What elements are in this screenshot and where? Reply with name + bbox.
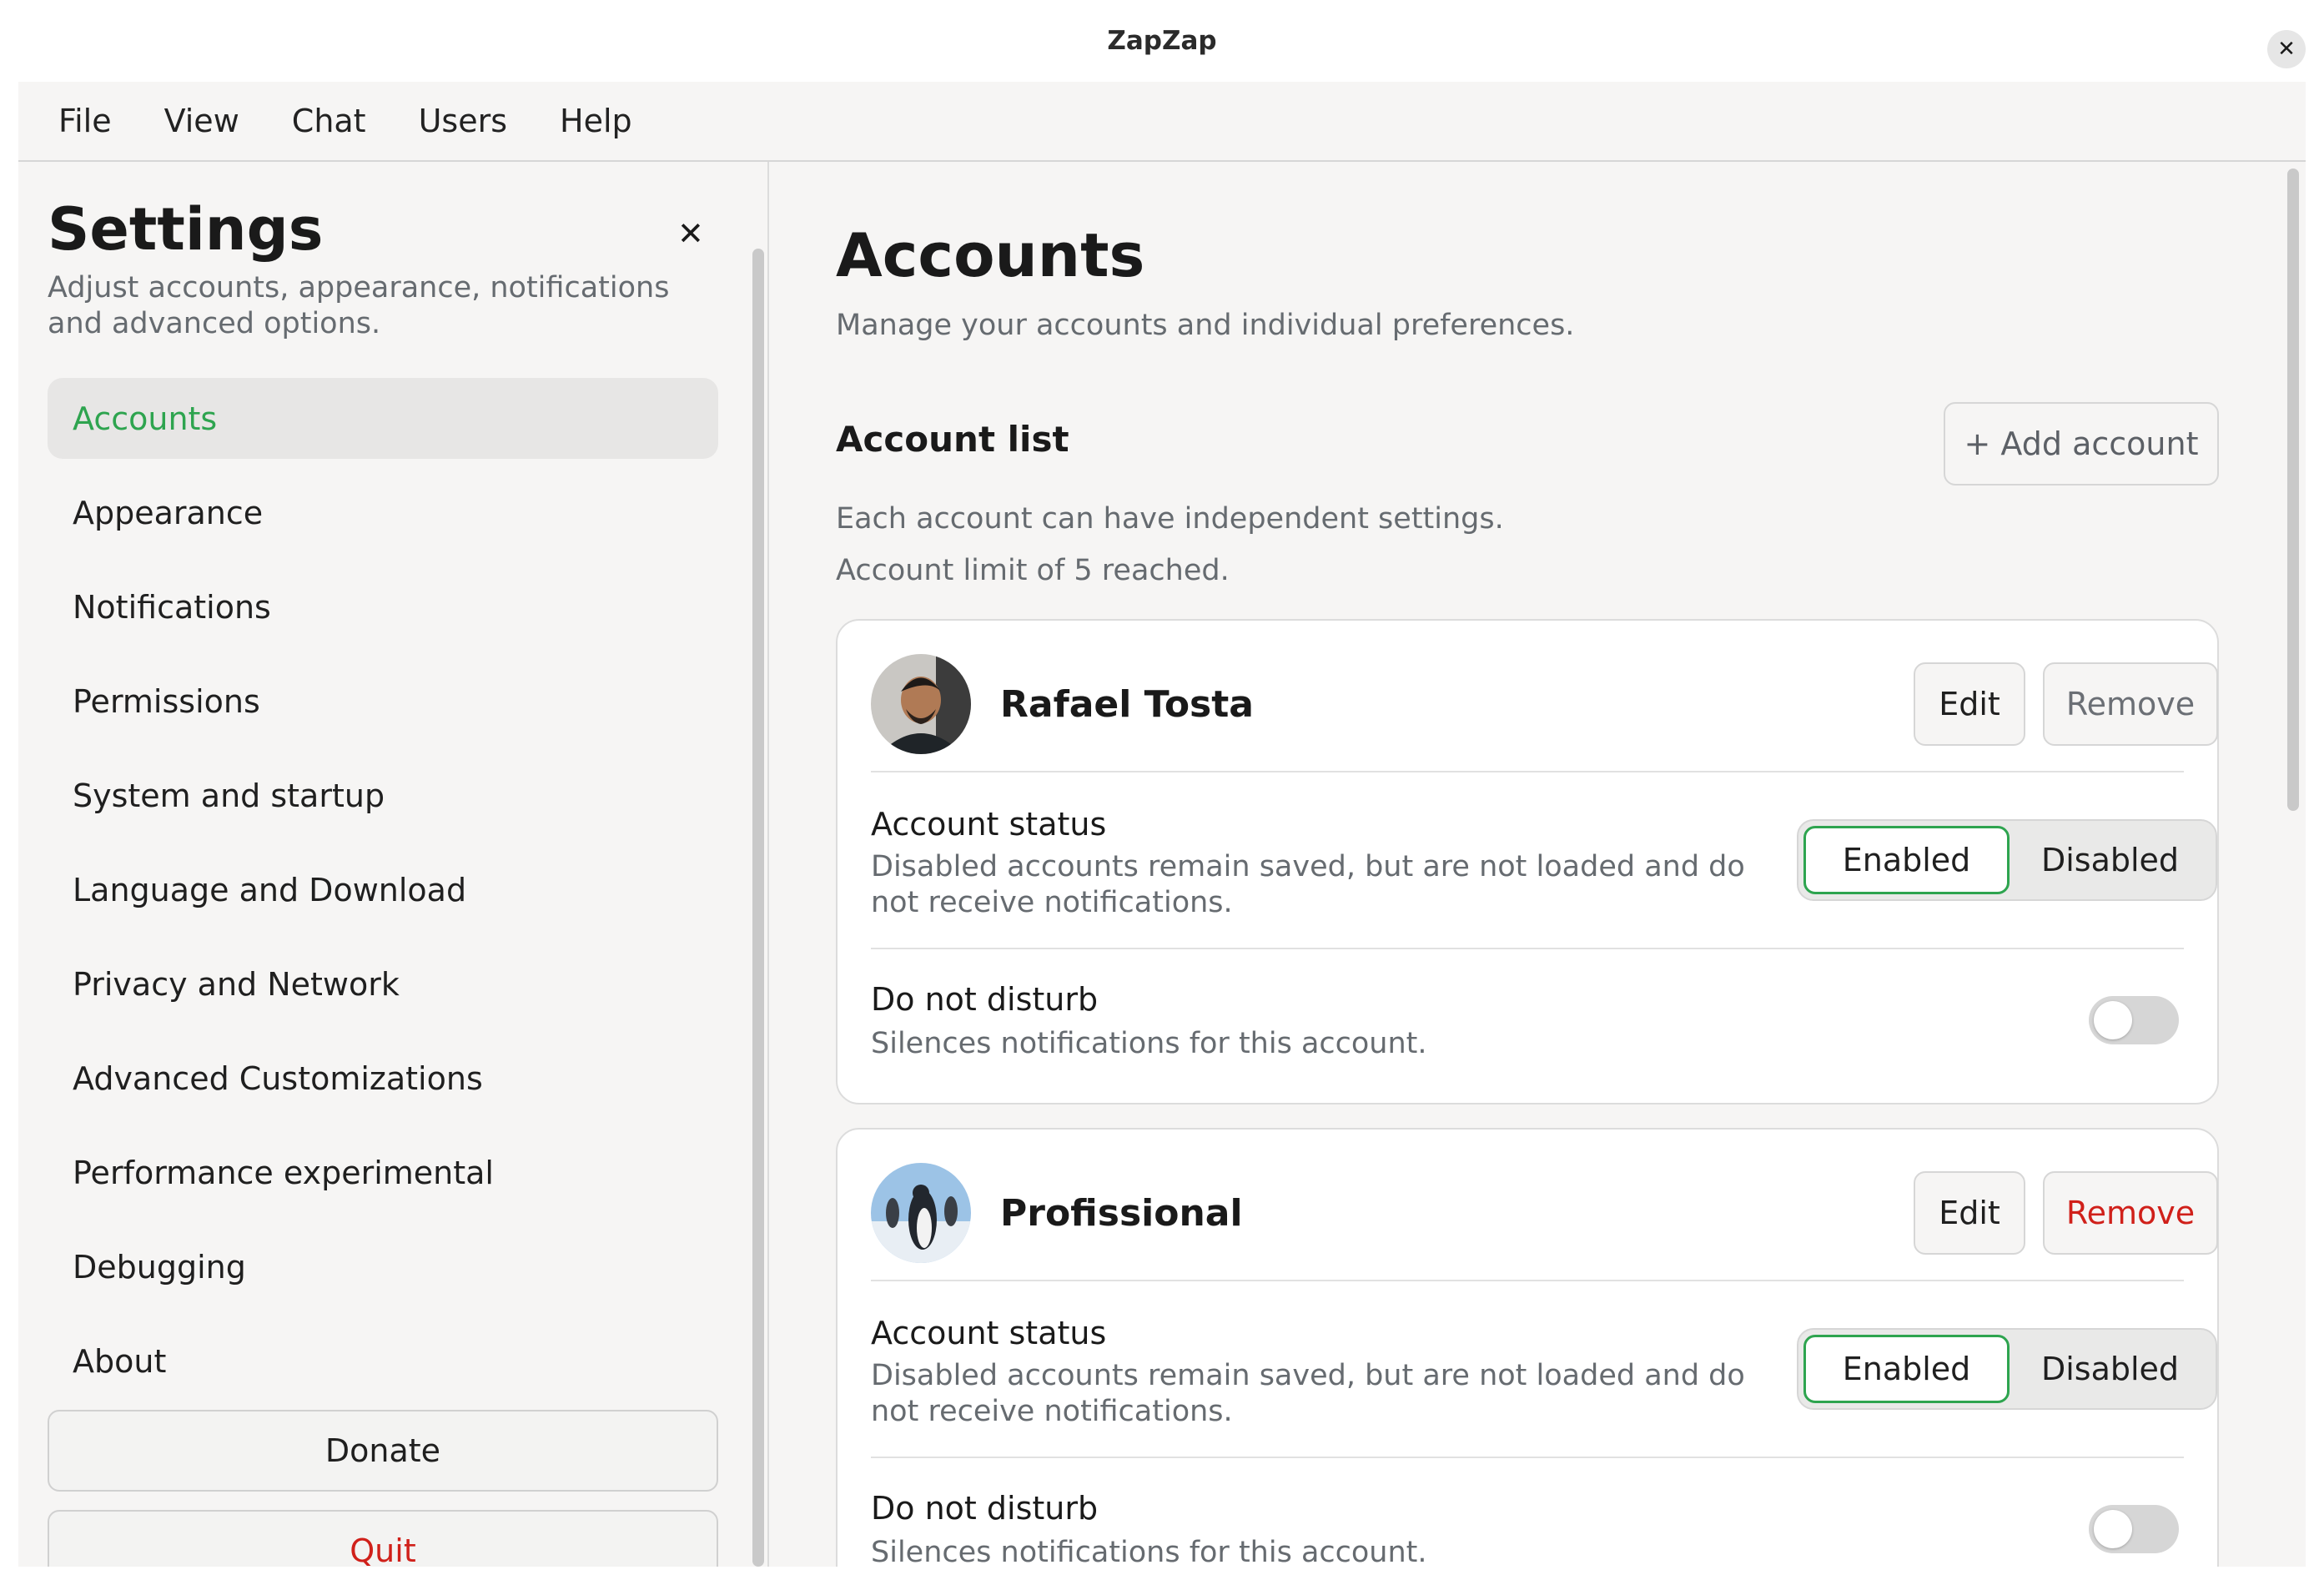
toggle-knob <box>2094 1001 2132 1039</box>
do-not-disturb-toggle[interactable] <box>2089 1505 2179 1553</box>
account-card: Rafael Tosta Edit Remove Account status … <box>836 619 2219 1104</box>
person-photo-icon <box>871 654 971 754</box>
title-bar: ZapZap ✕ <box>0 0 2324 82</box>
account-name: Rafael Tosta <box>1000 683 1254 726</box>
account-status-label: Account status <box>871 1315 1107 1351</box>
settings-sidebar: Settings ✕ Adjust accounts, appearance, … <box>18 162 764 1567</box>
disabled-option[interactable]: Disabled <box>2010 1335 2211 1403</box>
nav-item-accounts[interactable]: Accounts <box>48 378 718 459</box>
menu-chat[interactable]: Chat <box>292 103 366 139</box>
remove-account-button[interactable]: Remove <box>2043 662 2218 746</box>
account-status-description: Disabled accounts remain saved, but are … <box>871 1359 1745 1428</box>
nav-item-privacy-network[interactable]: Privacy and Network <box>48 943 718 1024</box>
close-icon: ✕ <box>677 215 704 252</box>
account-header: Profissional Edit Remove <box>871 1130 2218 1281</box>
do-not-disturb-row: Do not disturb Silences notifications fo… <box>871 1458 2184 1567</box>
menu-users[interactable]: Users <box>419 103 507 139</box>
sidebar-close-button[interactable]: ✕ <box>677 215 704 252</box>
nav-item-notifications[interactable]: Notifications <box>48 566 718 647</box>
account-status-label: Account status <box>871 806 1107 843</box>
enabled-option[interactable]: Enabled <box>1803 826 2010 894</box>
nav-item-system-startup[interactable]: System and startup <box>48 755 718 836</box>
account-name: Profissional <box>1000 1192 1243 1235</box>
do-not-disturb-description: Silences notifications for this account. <box>871 1027 1427 1060</box>
section-title: Account list <box>836 419 1069 460</box>
window-title: ZapZap <box>1107 26 1217 56</box>
nav-item-permissions[interactable]: Permissions <box>48 661 718 742</box>
do-not-disturb-row: Do not disturb Silences notifications fo… <box>871 949 2184 1108</box>
toggle-knob <box>2094 1510 2132 1548</box>
nav-item-debugging[interactable]: Debugging <box>48 1226 718 1307</box>
donate-button[interactable]: Donate <box>48 1410 718 1492</box>
account-list-description: Each account can have independent settin… <box>836 502 1504 536</box>
account-status-row: Account status Disabled accounts remain … <box>871 772 2217 949</box>
edit-account-button[interactable]: Edit <box>1914 1171 2025 1255</box>
account-header: Rafael Tosta Edit Remove <box>871 621 2218 772</box>
page-title: Accounts <box>836 220 1145 290</box>
menu-file[interactable]: File <box>58 103 112 139</box>
add-account-button[interactable]: + Add account <box>1944 402 2219 486</box>
penguin-photo-icon <box>871 1163 971 1263</box>
quit-button[interactable]: Quit <box>48 1510 718 1567</box>
edit-account-button[interactable]: Edit <box>1914 662 2025 746</box>
do-not-disturb-label: Do not disturb <box>871 1490 1099 1527</box>
sidebar-subtitle: Adjust accounts, appearance, notificatio… <box>48 271 670 340</box>
account-card: Profissional Edit Remove Account status … <box>836 1128 2219 1567</box>
nav-item-appearance[interactable]: Appearance <box>48 472 718 553</box>
window-close-button[interactable]: ✕ <box>2267 30 2306 68</box>
do-not-disturb-description: Silences notifications for this account. <box>871 1536 1427 1567</box>
account-status-selector: Enabled Disabled <box>1797 1328 2217 1410</box>
accounts-page: Accounts Manage your accounts and indivi… <box>769 162 2306 1567</box>
remove-account-button[interactable]: Remove <box>2043 1171 2218 1255</box>
close-icon: ✕ <box>2277 37 2296 62</box>
enabled-option[interactable]: Enabled <box>1803 1335 2010 1403</box>
account-limit-text: Account limit of 5 reached. <box>836 554 1230 587</box>
settings-nav: Accounts Appearance Notifications Permis… <box>48 378 718 1415</box>
disabled-option[interactable]: Disabled <box>2010 826 2211 894</box>
app-window: File View Chat Users Help Settings ✕ Adj… <box>18 82 2306 1567</box>
do-not-disturb-toggle[interactable] <box>2089 996 2179 1044</box>
nav-item-advanced-customizations[interactable]: Advanced Customizations <box>48 1038 718 1119</box>
account-status-description: Disabled accounts remain saved, but are … <box>871 850 1745 919</box>
do-not-disturb-label: Do not disturb <box>871 981 1099 1018</box>
account-status-row: Account status Disabled accounts remain … <box>871 1281 2217 1458</box>
menubar: File View Chat Users Help <box>18 82 2306 162</box>
nav-item-about[interactable]: About <box>48 1321 718 1401</box>
page-subtitle: Manage your accounts and individual pref… <box>836 309 1575 342</box>
menu-help[interactable]: Help <box>560 103 632 139</box>
nav-item-language-download[interactable]: Language and Download <box>48 849 718 930</box>
nav-item-performance[interactable]: Performance experimental <box>48 1132 718 1213</box>
sidebar-title: Settings <box>48 195 324 264</box>
menu-view[interactable]: View <box>164 103 239 139</box>
content-scrollbar[interactable] <box>2287 169 2299 811</box>
sidebar-scrollbar[interactable] <box>752 249 764 1567</box>
account-status-selector: Enabled Disabled <box>1797 819 2217 901</box>
